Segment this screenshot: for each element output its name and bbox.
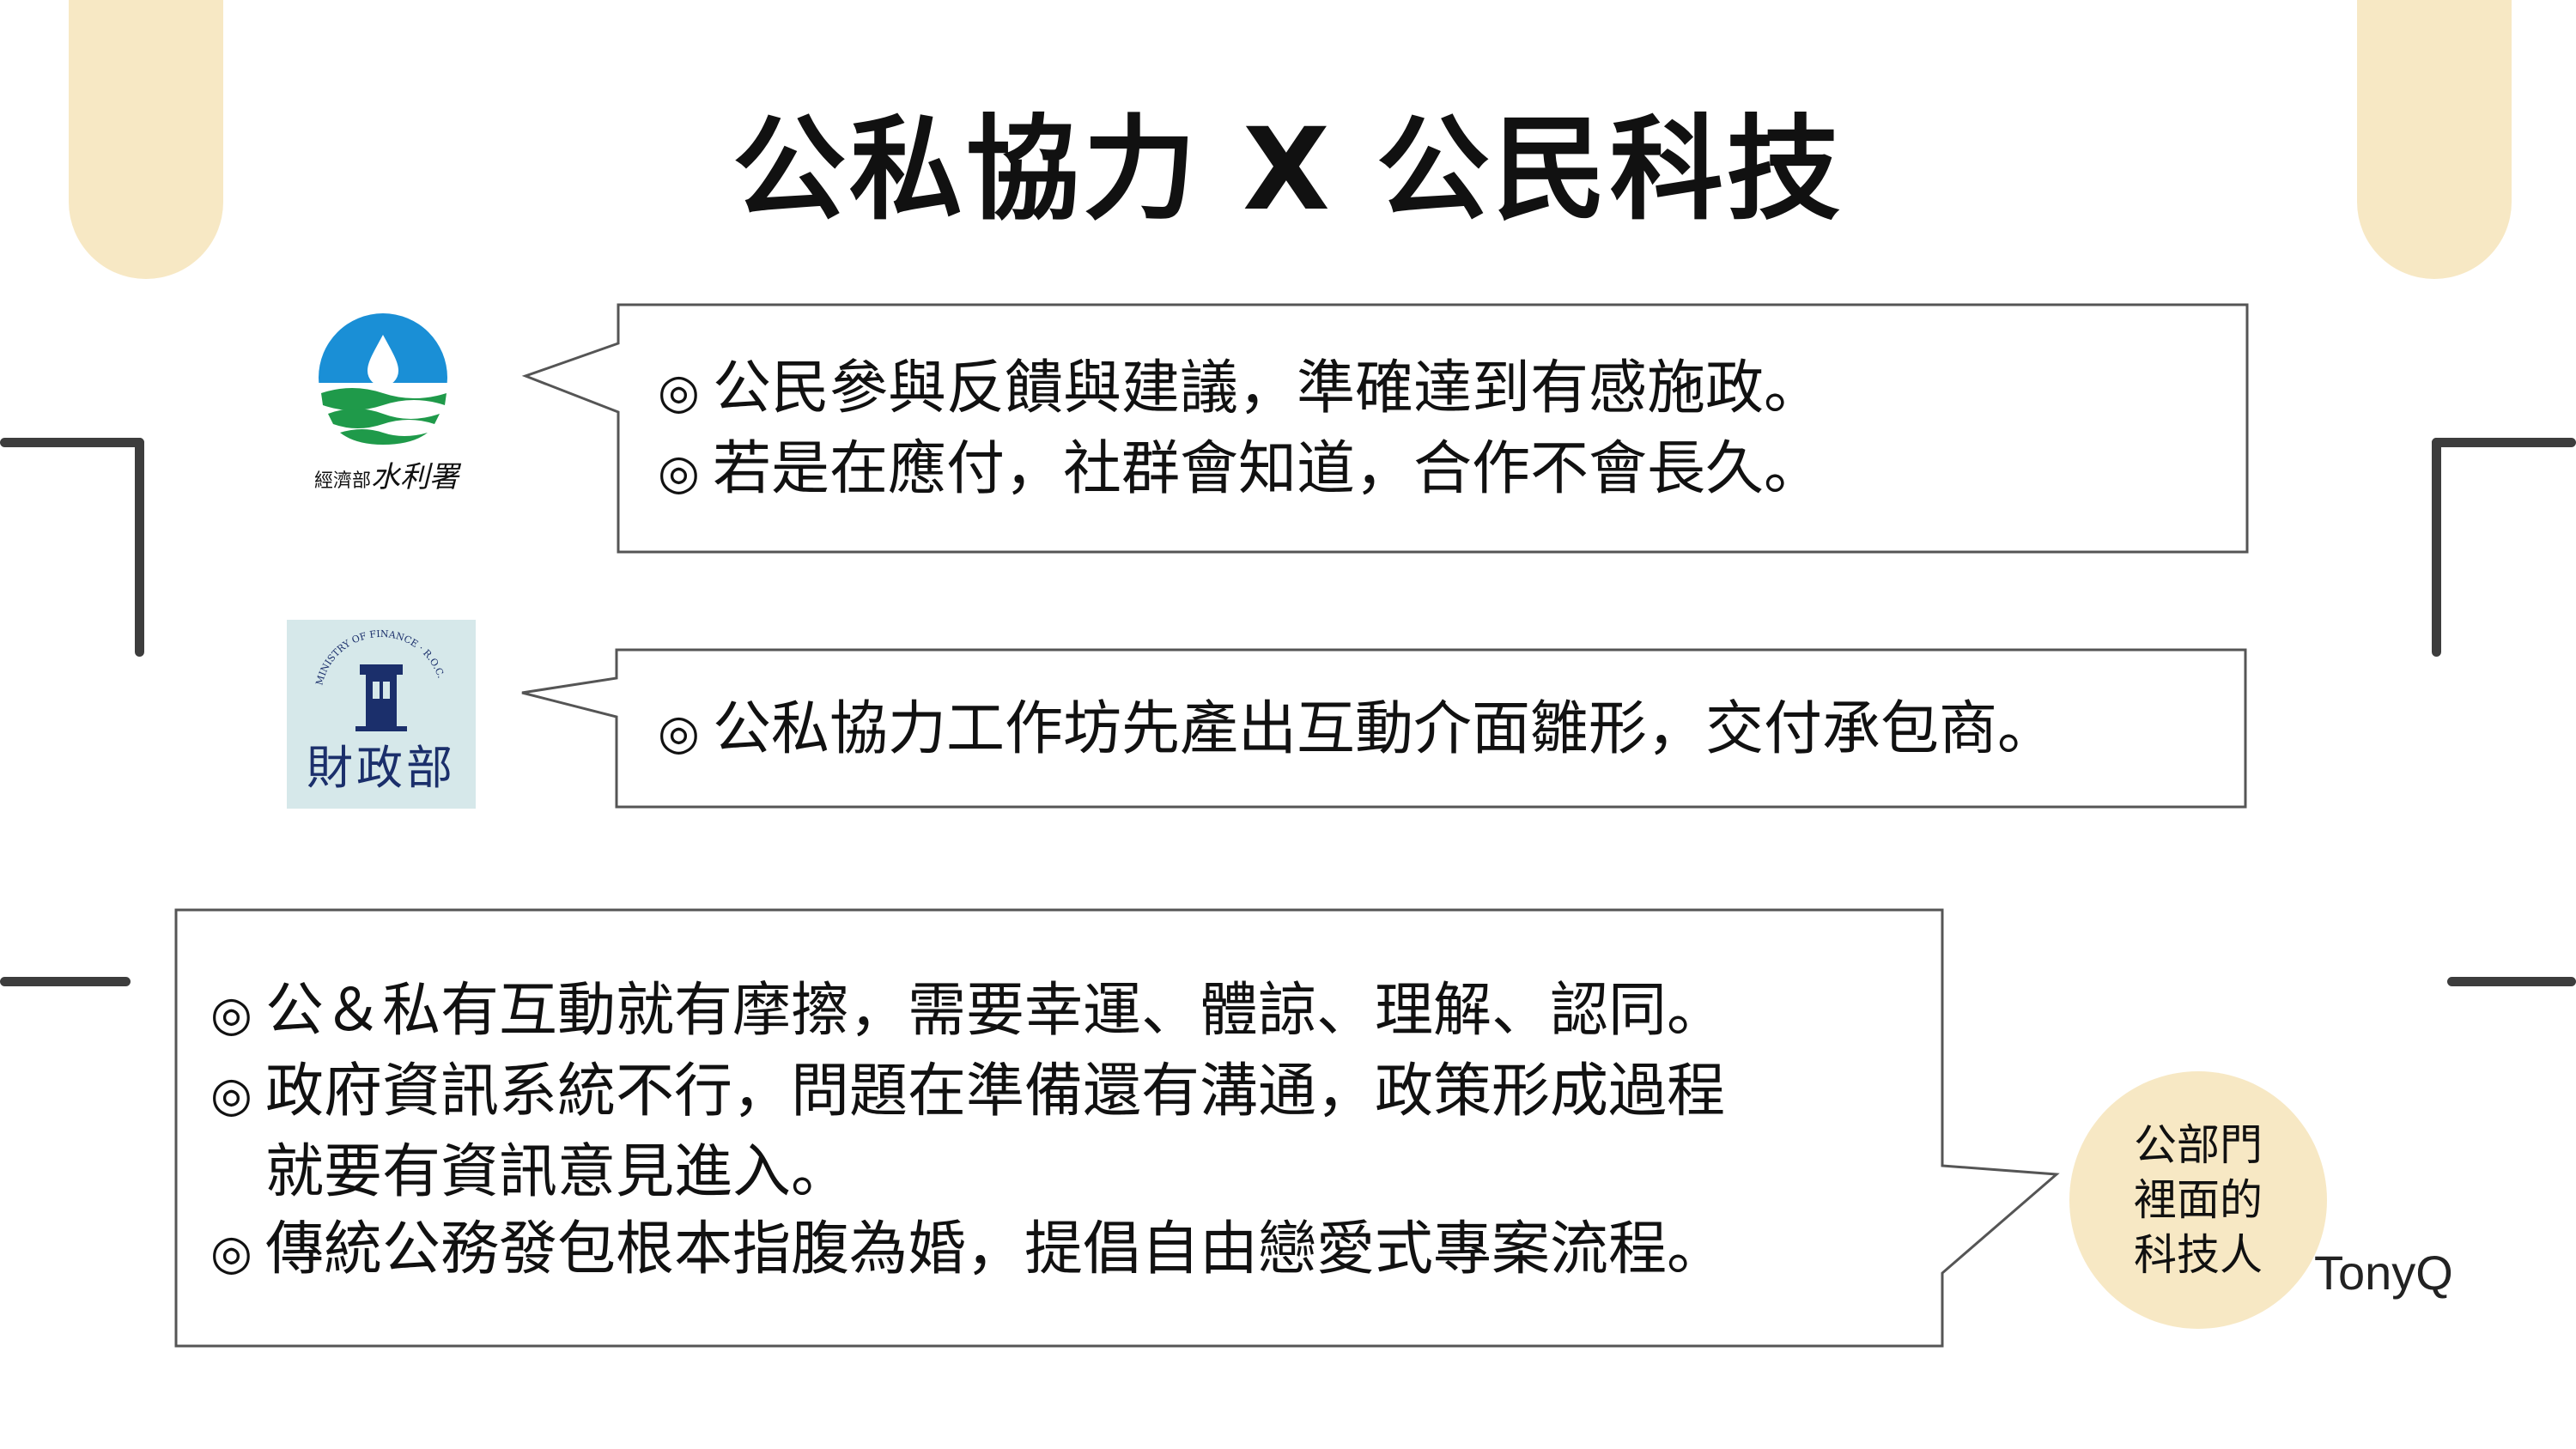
- bubble-1-line: ◎ 公民參與反饋與建議，準確達到有感施政。: [658, 350, 1822, 431]
- badge-line: 科技人: [2134, 1230, 2263, 1280]
- bubble-1-text: ◎ 公民參與反饋與建議，準確達到有感施政。 ◎ 若是在應付，社群會知道，合作不會長久…: [658, 350, 1822, 512]
- bubble-3-line-text: 就要有資訊意見進入。: [265, 1138, 850, 1206]
- water-resources-logo: 經濟部水利署: [283, 309, 489, 498]
- bullet-mark-icon: ◎: [658, 364, 700, 420]
- bullet-mark-icon: ◎: [658, 445, 700, 500]
- bubble-2-line: ◎ 公私協力工作坊先產出互動介面雛形，交付承包商。: [658, 691, 2056, 772]
- wra-caption-brush: 水利署: [371, 460, 459, 494]
- author-name: TonyQ: [2314, 1246, 2453, 1300]
- bullet-mark-icon: ◎: [658, 705, 700, 761]
- bubble-2-line-text: 公私協力工作坊先產出互動介面雛形，交付承包商。: [713, 695, 2057, 763]
- bullet-mark-icon: ◎: [210, 1067, 252, 1123]
- bubble-3-line: 就要有資訊意見進入。: [210, 1134, 1725, 1211]
- bubble-1-line: ◎ 若是在應付，社群會知道，合作不會長久。: [658, 431, 1822, 512]
- ministry-of-finance-logo: MINISTRY OF FINANCE · R.O.C. 財政部: [287, 620, 476, 809]
- bubble-3-line-text: 政府資訊系統不行，問題在準備還有溝通，政策形成過程: [265, 1058, 1726, 1125]
- bullet-mark-icon: ◎: [210, 1225, 252, 1281]
- bubble-3-line-text: 公＆私有互動就有摩擦，需要幸運、體諒、理解、認同。: [265, 977, 1726, 1045]
- badge-line: 公部門: [2134, 1120, 2263, 1170]
- bubble-3-line: ◎ 政府資訊系統不行，問題在準備還有溝通，政策形成過程: [210, 1053, 1725, 1134]
- bubble-1-line-text: 公民參與反饋與建議，準確達到有感施政。: [713, 355, 1823, 422]
- mof-name: 財政部: [307, 741, 456, 795]
- bubble-3-line: ◎ 公＆私有互動就有摩擦，需要幸運、體諒、理解、認同。: [210, 973, 1725, 1053]
- bubble-3-line-text: 傳統公務發包根本指腹為婚，提倡自由戀愛式專案流程。: [265, 1216, 1726, 1283]
- badge-line: 裡面的: [2134, 1175, 2263, 1225]
- bubble-3-text: ◎ 公＆私有互動就有摩擦，需要幸運、體諒、理解、認同。 ◎ 政府資訊系統不行，問題在…: [210, 973, 1725, 1292]
- bubble-1-line-text: 若是在應付，社群會知道，合作不會長久。: [713, 435, 1823, 503]
- bubble-2-text: ◎ 公私協力工作坊先產出互動介面雛形，交付承包商。: [658, 691, 2056, 772]
- wra-caption-small: 經濟部: [313, 470, 371, 492]
- speaker-badge: 公部門 裡面的 科技人: [2069, 1071, 2327, 1329]
- bubble-3-line: ◎ 傳統公務發包根本指腹為婚，提倡自由戀愛式專案流程。: [210, 1211, 1725, 1292]
- bullet-mark-icon: ◎: [210, 986, 252, 1042]
